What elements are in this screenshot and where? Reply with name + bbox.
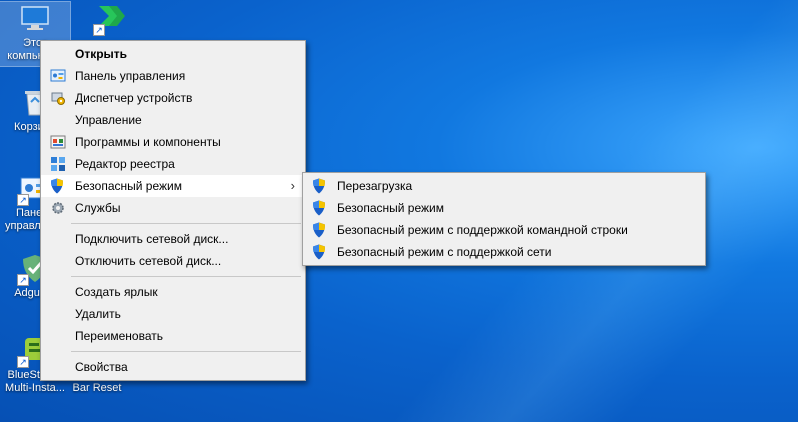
menu-item-registry-editor[interactable]: Редактор реестра	[41, 153, 305, 175]
shield-icon	[312, 244, 328, 260]
menu-item-open[interactable]: Открыть	[41, 43, 305, 65]
menu-item-safe-mode[interactable]: Безопасный режим ›	[41, 175, 305, 197]
menu-item-properties[interactable]: Свойства	[41, 356, 305, 378]
menu-separator	[71, 223, 301, 224]
registry-editor-icon	[50, 156, 66, 172]
menu-item-manage[interactable]: Управление	[41, 109, 305, 131]
services-gear-icon	[50, 200, 66, 216]
shield-icon	[312, 178, 328, 194]
control-panel-icon	[50, 68, 66, 84]
menu-item-delete[interactable]: Удалить	[41, 303, 305, 325]
shortcut-arrow-icon: ↗	[17, 194, 29, 206]
menu-item-programs[interactable]: Программы и компоненты	[41, 131, 305, 153]
shield-icon	[312, 222, 328, 238]
shortcut-arrow-icon: ↗	[17, 356, 29, 368]
safe-mode-submenu: Перезагрузка Безопасный режим Безопасный…	[302, 172, 706, 266]
menu-item-rename[interactable]: Переименовать	[41, 325, 305, 347]
desktop-icon-green-arrows[interactable]: ↗	[76, 2, 146, 42]
menu-item-map-network-drive[interactable]: Подключить сетевой диск...	[41, 228, 305, 250]
green-arrows-icon: ↗	[93, 2, 127, 36]
device-manager-icon	[50, 90, 66, 106]
menu-item-create-shortcut[interactable]: Создать ярлык	[41, 281, 305, 303]
chevron-right-icon: ›	[290, 178, 295, 193]
submenu-item-reboot[interactable]: Перезагрузка	[303, 175, 705, 197]
programs-icon	[50, 134, 66, 150]
shield-icon	[50, 178, 66, 194]
menu-separator	[71, 351, 301, 352]
submenu-item-safe-mode[interactable]: Безопасный режим	[303, 197, 705, 219]
menu-item-control-panel[interactable]: Панель управления	[41, 65, 305, 87]
menu-item-disconnect-network-drive[interactable]: Отключить сетевой диск...	[41, 250, 305, 272]
shortcut-arrow-icon: ↗	[93, 24, 105, 36]
this-pc-icon	[19, 2, 51, 34]
submenu-item-safe-mode-networking[interactable]: Безопасный режим с поддержкой сети	[303, 241, 705, 263]
submenu-item-safe-mode-command-prompt[interactable]: Безопасный режим с поддержкой командной …	[303, 219, 705, 241]
menu-item-services[interactable]: Службы	[41, 197, 305, 219]
shortcut-arrow-icon: ↗	[17, 274, 29, 286]
menu-item-device-manager[interactable]: Диспетчер устройств	[41, 87, 305, 109]
menu-separator	[71, 276, 301, 277]
shield-icon	[312, 200, 328, 216]
context-menu: Открыть Панель управления Диспетчер устр…	[40, 40, 306, 381]
